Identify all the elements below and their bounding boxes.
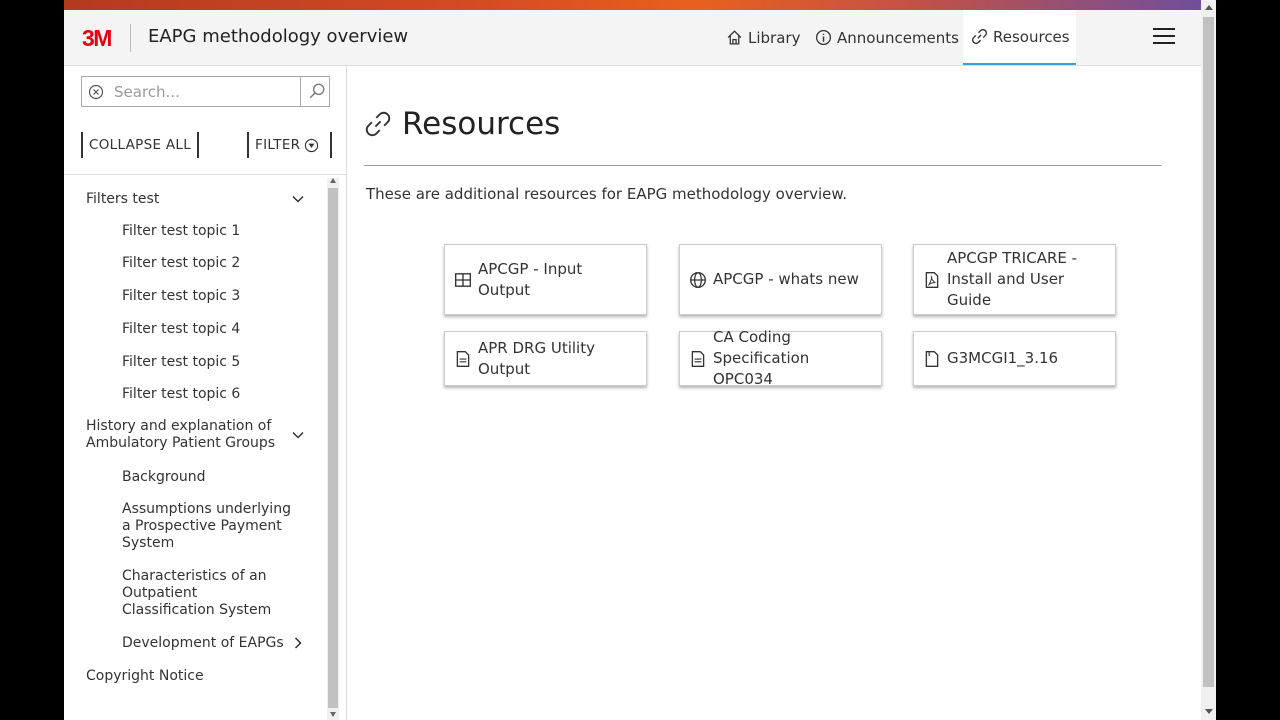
sidebar-scrollbar[interactable]	[327, 178, 339, 720]
app-window: 3M EAPG methodology overview Library Ann…	[64, 0, 1216, 720]
link-icon	[365, 111, 391, 137]
pdf-icon	[925, 271, 939, 288]
page-scrollbar[interactable]	[1201, 0, 1216, 720]
tree-item-topic[interactable]: Filter test topic 3	[122, 288, 294, 305]
resource-card-label: CA Coding Specification OPC034	[713, 328, 810, 388]
clear-search-icon[interactable]	[88, 84, 104, 100]
resource-card-ca-coding[interactable]: CA Coding Specification OPC034	[679, 328, 882, 388]
nav-tab-label: Announcements	[837, 28, 959, 47]
chevron-right-icon[interactable]	[290, 635, 306, 651]
sidebar-divider	[64, 174, 347, 175]
resource-card-label: APCGP TRICARE - Install and User Guide	[947, 249, 1078, 309]
page-title-row: Resources	[364, 106, 560, 142]
chevron-down-icon[interactable]	[290, 427, 306, 443]
search-icon[interactable]	[308, 82, 326, 100]
resource-card-label: APCGP - whats new	[713, 270, 859, 288]
tree-item-assumptions[interactable]: Assumptions underlying a Prospective Pay…	[122, 501, 294, 552]
resource-card-g3mcgi[interactable]: G3MCGI1_3.16	[913, 331, 1116, 386]
title-divider	[364, 165, 1161, 166]
nav-tab-announcements[interactable]: Announcements	[815, 10, 959, 65]
3m-logo[interactable]: 3M	[82, 26, 112, 50]
link-icon	[972, 29, 987, 44]
scroll-down-arrow-icon[interactable]	[330, 712, 336, 717]
tree-item-topic[interactable]: Filter test topic 5	[122, 354, 294, 371]
sidebar: COLLAPSE ALL FILTER Filters test Filter …	[64, 66, 347, 720]
document-icon	[456, 350, 470, 367]
resource-card-apr-drg[interactable]: APR DRG Utility Output	[444, 331, 647, 386]
filter-dropdown-icon	[305, 138, 319, 152]
main-content: Resources These are additional resources…	[348, 66, 1201, 720]
nav-tab-label: Library	[748, 28, 801, 47]
page-scroll-thumb[interactable]	[1203, 17, 1214, 687]
info-icon	[815, 29, 832, 46]
home-icon	[727, 30, 742, 45]
filter-label: FILTER	[255, 137, 301, 153]
collapse-all-button[interactable]: COLLAPSE ALL	[81, 132, 199, 158]
brand-gradient-bar	[64, 0, 1216, 10]
resource-card-label: APR DRG Utility Output	[478, 338, 595, 378]
chevron-down-icon[interactable]	[290, 191, 306, 207]
tree-item-topic[interactable]: Filter test topic 1	[122, 223, 294, 240]
filter-button[interactable]: FILTER	[247, 132, 332, 158]
intro-text: These are additional resources for EAPG …	[366, 185, 848, 203]
nav-tab-resources[interactable]: Resources	[963, 10, 1076, 65]
tree-item-topic[interactable]: Filter test topic 4	[122, 321, 294, 338]
tree-item-topic[interactable]: Filter test topic 6	[122, 386, 294, 403]
document-icon	[691, 350, 705, 367]
nav-tab-label: Resources	[993, 27, 1070, 46]
search-input[interactable]	[108, 77, 301, 106]
hamburger-menu-icon[interactable]	[1153, 28, 1175, 48]
scroll-up-arrow-icon[interactable]	[330, 178, 336, 183]
page-title: Resources	[402, 106, 561, 142]
resource-card-whats-new[interactable]: APCGP - whats new	[679, 244, 882, 315]
tree-item-development[interactable]: Development of EAPGs	[122, 635, 294, 652]
header: 3M EAPG methodology overview Library Ann…	[64, 10, 1201, 66]
resource-card-tricare-guide[interactable]: APCGP TRICARE - Install and User Guide	[913, 244, 1116, 315]
logo-divider	[130, 24, 131, 52]
tree-item-filters-test[interactable]: Filters test	[86, 191, 286, 208]
tree-item-history[interactable]: History and explanation of Ambulatory Pa…	[86, 418, 286, 452]
tree-item-characteristics[interactable]: Characteristics of an Outpatient Classif…	[122, 568, 294, 619]
table-icon	[455, 272, 471, 287]
tree-item-topic[interactable]: Filter test topic 2	[122, 255, 294, 272]
resource-card-label: G3MCGI1_3.16	[947, 349, 1059, 367]
file-icon	[925, 350, 939, 367]
sidebar-scroll-thumb[interactable]	[328, 188, 338, 708]
globe-icon	[690, 271, 706, 288]
tree-item-copyright[interactable]: Copyright Notice	[86, 668, 286, 685]
app-title[interactable]: EAPG methodology overview	[148, 26, 408, 47]
tree-item-background[interactable]: Background	[122, 469, 294, 486]
resource-card-label: APCGP - Input Output	[478, 259, 583, 299]
scroll-up-arrow-icon[interactable]	[1205, 5, 1213, 10]
resource-card-input-output[interactable]: APCGP - Input Output	[444, 244, 647, 315]
scroll-down-arrow-icon[interactable]	[1205, 709, 1213, 714]
nav-tab-library[interactable]: Library	[726, 10, 800, 65]
search-box	[81, 76, 330, 107]
